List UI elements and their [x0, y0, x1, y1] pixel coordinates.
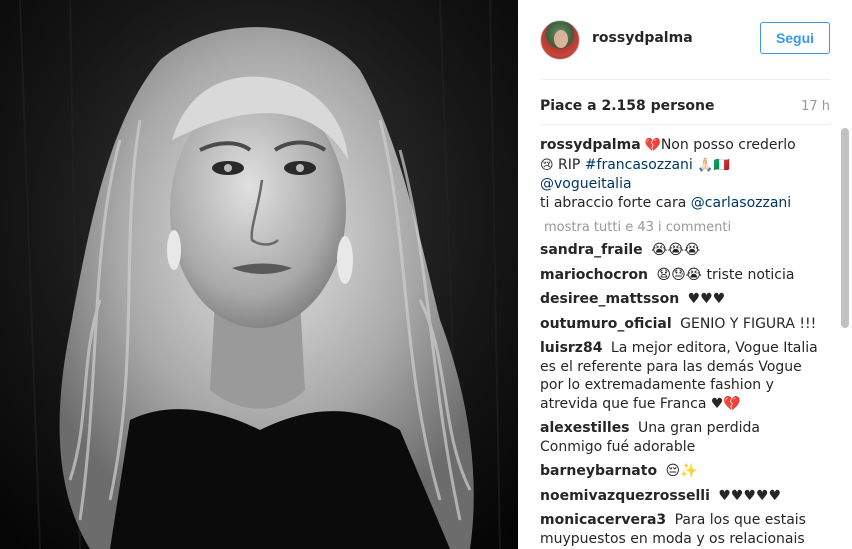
- comment-username[interactable]: monicacervera3: [540, 512, 666, 528]
- pray-flag-emoji: 🙏🏻🇮🇹: [697, 157, 730, 173]
- comment-text: ♥♥♥♥♥: [718, 487, 782, 504]
- post-header: rossydpalma Segui: [540, 0, 830, 80]
- comment-username[interactable]: outumuro_oficial: [540, 316, 672, 332]
- comment-item: outumuro_oficial GENIO Y FIGURA !!!: [540, 315, 822, 334]
- caption-text-2: RIP: [558, 156, 581, 173]
- post-side-panel: rossydpalma Segui Piace a 2.158 persone …: [518, 0, 852, 549]
- comment-item: barneybarnato 😔✨: [540, 462, 822, 481]
- comment-username[interactable]: noemivazquezrosselli: [540, 488, 710, 504]
- comment-username[interactable]: alexestilles: [540, 420, 630, 436]
- comments-list[interactable]: rossydpalma 💔Non posso crederlo 😢 RIP #fr…: [540, 136, 822, 549]
- comment-text: ♥♥♥: [687, 291, 726, 307]
- comment-item: desiree_mattsson ♥♥♥: [540, 290, 822, 309]
- comment-username[interactable]: mariochocron: [540, 267, 648, 283]
- scrollbar-thumb[interactable]: [841, 128, 849, 328]
- caption-text-3: ti abraccio forte cara: [540, 194, 687, 211]
- likes-row: Piace a 2.158 persone 17 h: [540, 96, 830, 118]
- comment-item: sandra_fraile 😭😭😭: [540, 241, 822, 260]
- comment-username[interactable]: luisrz84: [540, 340, 602, 356]
- divider: [540, 124, 830, 125]
- comment-item: mariochocron 😧😓😭 triste noticia: [540, 266, 822, 285]
- caption: rossydpalma 💔Non posso crederlo 😢 RIP #fr…: [540, 136, 822, 212]
- avatar-face: [554, 30, 568, 48]
- comment-text: 😭😭😭: [651, 242, 701, 258]
- likes-count[interactable]: Piace a 2.158 persone: [540, 98, 715, 114]
- follow-button[interactable]: Segui: [760, 22, 830, 54]
- comment-item: alexestilles Una gran perdida Conmigo fu…: [540, 419, 822, 456]
- comment-text: 😧😓😭 triste noticia: [656, 266, 795, 283]
- comment-text: GENIO Y FIGURA !!!: [680, 315, 817, 332]
- broken-heart-emoji: 💔: [644, 138, 661, 153]
- avatar[interactable]: [540, 20, 580, 60]
- hashtag-link[interactable]: #francasozzani: [585, 157, 693, 173]
- comment-username[interactable]: sandra_fraile: [540, 242, 643, 258]
- caption-text-1: Non posso crederlo: [660, 137, 796, 153]
- post-time[interactable]: 17 h: [801, 99, 830, 114]
- post-photo[interactable]: [0, 0, 518, 549]
- mention-vogueitalia-link[interactable]: @vogueitalia: [540, 176, 632, 192]
- portrait-image: [0, 0, 518, 549]
- caption-username[interactable]: rossydpalma: [540, 137, 641, 153]
- show-all-comments-link[interactable]: mostra tutti e 43 i commenti: [544, 220, 822, 235]
- comment-item: luisrz84 La mejor editora, Vogue Italia …: [540, 339, 822, 413]
- comments-scrollbar[interactable]: [841, 128, 849, 549]
- comment-item: noemivazquezrosselli ♥♥♥♥♥: [540, 487, 822, 506]
- author-username[interactable]: rossydpalma: [592, 30, 693, 46]
- comment-username[interactable]: desiree_mattsson: [540, 291, 679, 307]
- comment-item: monicacervera3 Para los que estais muypu…: [540, 511, 822, 548]
- comment-text: 😔✨: [665, 463, 698, 479]
- mention-carlasozzani-link[interactable]: @carlasozzani: [691, 195, 791, 211]
- comment-username[interactable]: barneybarnato: [540, 463, 657, 479]
- crying-face-emoji: 😢: [540, 157, 554, 173]
